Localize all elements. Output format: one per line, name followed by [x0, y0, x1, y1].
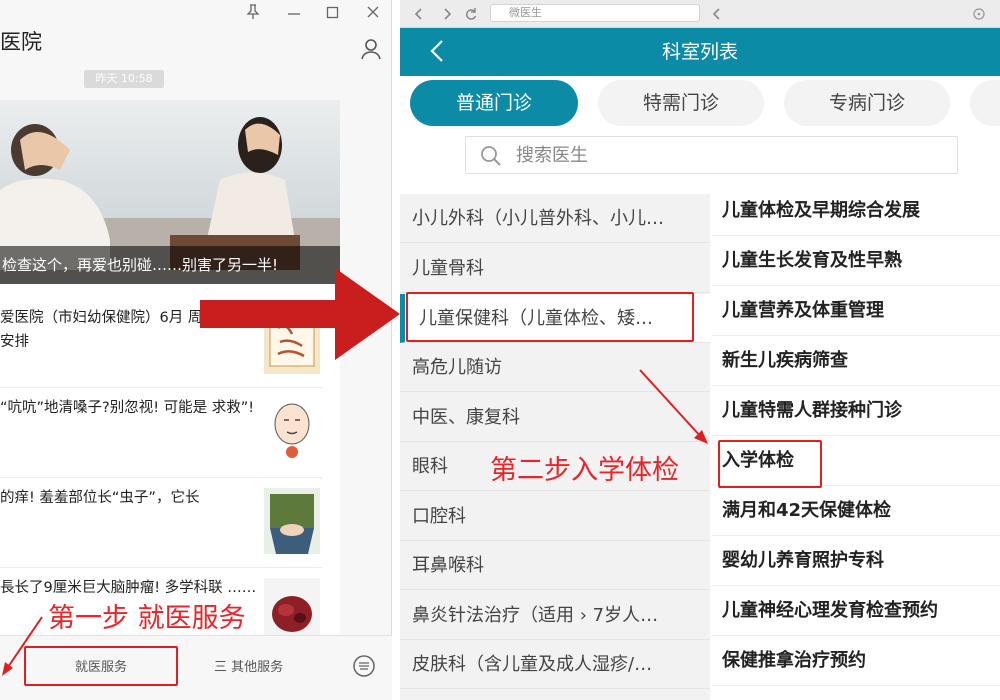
department-item[interactable]: 皮肤科（含儿童及成人湿疹/…	[400, 640, 710, 689]
department-list: 小儿外科（小儿普外科、小儿… 儿童骨科 儿童保健科（儿童体检、矮… 高危儿随访 …	[400, 194, 710, 700]
browser-toolbar: 微医生	[400, 0, 1000, 28]
news-title: 爱医院（市妇幼保健院）6月 周末门诊安排	[0, 310, 246, 350]
forward-arrow-icon[interactable]	[440, 6, 454, 25]
sub-department-item[interactable]: 儿童体检及早期综合发展	[712, 186, 1000, 236]
pin-icon[interactable]	[246, 4, 260, 24]
tab-general-clinic[interactable]: 普通门诊	[410, 80, 578, 126]
tab-special-clinic[interactable]: 特需门诊	[598, 80, 764, 126]
message-timestamp: 昨天 10:58	[84, 70, 164, 88]
department-item[interactable]: 口腔科	[400, 492, 710, 541]
menu-icon[interactable]	[972, 6, 986, 25]
history-back-icon[interactable]	[710, 6, 724, 25]
sub-department-item[interactable]: 婴幼儿养育照护专科	[712, 536, 1000, 586]
highlight-medical-service	[24, 646, 178, 686]
doctor-search-input[interactable]: 搜索医生	[465, 136, 958, 174]
other-service-tab[interactable]: 三 其他服务	[214, 650, 314, 686]
news-item[interactable]: 爱医院（市妇幼保健院）6月 周末门诊安排	[0, 300, 322, 388]
department-item[interactable]: 鼻炎针法治疗（适用 › 7岁人…	[400, 591, 710, 640]
user-profile-icon[interactable]	[360, 38, 382, 64]
sub-department-item[interactable]: 满月和42天保健体检	[712, 486, 1000, 536]
department-item[interactable]: 儿童骨科	[400, 244, 710, 293]
news-item[interactable]: “吭吭”地清嗓子?别忽视! 可能是 求救”!	[0, 390, 322, 478]
sub-department-item[interactable]: 儿童特需人群接种门诊	[712, 386, 1000, 436]
step2-annotation: 第二步入学体检	[490, 455, 679, 486]
hero-caption: 检查这个，再爱也别碰……别害了另一半!	[0, 246, 340, 284]
highlight-child-health-dept	[406, 292, 694, 342]
chat-title: 医院	[0, 30, 42, 54]
itch-thumbnail	[264, 488, 320, 554]
reload-icon[interactable]	[464, 6, 478, 25]
department-item[interactable]: 高危儿随访	[400, 343, 710, 392]
sub-department-item[interactable]: 儿童营养及体重管理	[712, 286, 1000, 336]
keyboard-toggle-icon[interactable]	[352, 654, 376, 682]
sub-department-item[interactable]: 儿童神经心理发育检查预约	[712, 586, 1000, 636]
department-item[interactable]: 耳鼻喉科	[400, 541, 710, 590]
tab-specialty-disease-clinic[interactable]: 专病门诊	[784, 80, 950, 126]
step1-annotation: 第一步 就医服务	[48, 603, 246, 634]
browser-window: 微医生 科室列表 普通门诊 特需门诊 专病门诊 搜索医生 小儿外科（小儿普外科、…	[400, 0, 1000, 700]
search-icon	[480, 145, 502, 171]
sub-department-item[interactable]: 保健推拿治疗预约	[712, 636, 1000, 686]
department-item[interactable]: 中医、康复科	[400, 393, 710, 442]
page-header: 科室列表	[400, 28, 1000, 76]
wechat-window: 医院 昨天 10:58 检查这个，再爱也别碰……别害了另一半! 爱医院（市妇幼保…	[0, 0, 392, 700]
sub-department-item[interactable]: 儿童生长发育及性早熟	[712, 236, 1000, 286]
news-item[interactable]: 的痒! 羞羞部位长“虫子”，它长	[0, 480, 322, 568]
news-title: 的痒! 羞羞部位长“虫子”，它长	[0, 490, 200, 506]
news-title: “吭吭”地清嗓子?别忽视! 可能是 求救”!	[0, 400, 255, 416]
close-icon[interactable]	[366, 4, 380, 24]
clinic-type-tabs: 普通门诊 特需门诊 专病门诊	[400, 76, 1000, 130]
minimize-icon[interactable]	[287, 4, 301, 24]
page-title: 科室列表	[661, 41, 738, 63]
department-item[interactable]: 小儿外科（小儿普外科、小儿…	[400, 194, 710, 243]
sore-throat-thumbnail	[264, 398, 320, 464]
maximize-icon[interactable]	[326, 4, 340, 24]
calendar-thumbnail	[264, 308, 320, 374]
search-placeholder: 搜索医生	[516, 145, 588, 166]
highlight-school-exam	[718, 440, 822, 488]
address-bar[interactable]: 微医生	[490, 4, 700, 22]
sub-department-item[interactable]: 新生儿疾病筛查	[712, 336, 1000, 386]
hero-article[interactable]: 检查这个，再爱也别碰……别害了另一半!	[0, 100, 340, 284]
back-arrow-icon[interactable]	[412, 6, 426, 25]
tab-more[interactable]	[970, 80, 1000, 126]
article-feed: 检查这个，再爱也别碰……别害了另一半! 爱医院（市妇幼保健院）6月 周末门诊安排…	[0, 100, 340, 658]
